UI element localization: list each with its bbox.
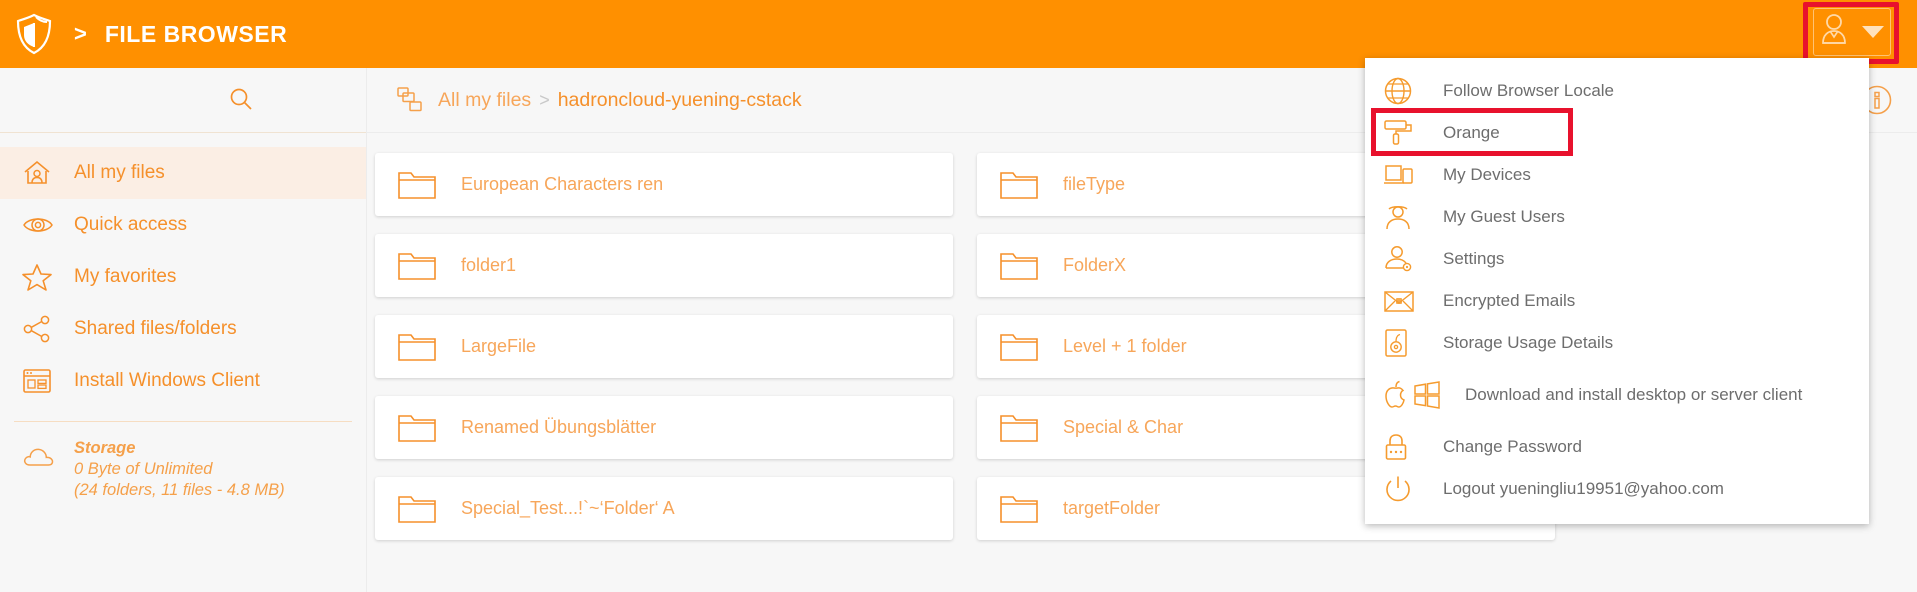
folder-card[interactable]: European Characters ren: [375, 153, 953, 216]
folder-icon: [999, 331, 1057, 363]
home-user-icon: [22, 159, 66, 187]
folder-icon: [999, 493, 1057, 525]
sidebar-item-label: My favorites: [74, 266, 177, 287]
folder-card[interactable]: Renamed Übungsblätter: [375, 396, 953, 459]
breadcrumb-current[interactable]: hadroncloud-yuening-cstack: [558, 89, 802, 112]
apple-icon: [1385, 380, 1405, 408]
menu-item-label: Encrypted Emails: [1443, 291, 1576, 310]
folder-name: Special & Char: [1063, 417, 1184, 437]
search-icon[interactable]: [224, 83, 258, 117]
sidebar-item-label: All my files: [74, 162, 165, 183]
folder-name: fileType: [1063, 174, 1126, 194]
sidebar-item-label: Quick access: [74, 214, 187, 235]
folder-icon: [397, 169, 455, 201]
menu-item-my-guest-users[interactable]: My Guest Users: [1365, 196, 1869, 238]
hard-disk-icon: [1383, 328, 1441, 358]
sidebar-item-install-windows-client[interactable]: Install Windows Client: [0, 355, 366, 407]
sidebar-item-shared-files[interactable]: Shared files/folders: [0, 303, 366, 355]
folder-icon: [999, 412, 1057, 444]
menu-item-label: Logout yueningliu19951@yahoo.com: [1443, 479, 1724, 498]
sidebar-nav-list: All my files Quick access My favorites S…: [0, 133, 366, 407]
folder-icon: [397, 250, 455, 282]
paint-roller-icon: [1383, 118, 1441, 148]
menu-item-label: My Guest Users: [1443, 207, 1565, 226]
user-avatar-button[interactable]: [1813, 8, 1891, 56]
sidebar-item-my-favorites[interactable]: My favorites: [0, 251, 366, 303]
encrypted-mail-icon: [1383, 289, 1441, 313]
eye-icon: [22, 212, 66, 238]
sidebar-item-label: Shared files/folders: [74, 318, 237, 339]
page-title: FILE BROWSER: [104, 20, 288, 47]
breadcrumb-root-link[interactable]: All my files: [438, 89, 531, 112]
folder-tree-icon: [396, 85, 426, 115]
menu-item-download-install-client[interactable]: Download and install desktop or server c…: [1365, 374, 1869, 416]
shield-logo-icon[interactable]: [12, 11, 56, 57]
devices-icon: [1383, 162, 1441, 188]
folder-name: Level + 1 folder: [1063, 336, 1187, 356]
storage-title: Storage: [74, 439, 136, 457]
storage-usage: 0 Byte of Unlimited: [74, 460, 213, 478]
storage-details: (24 folders, 11 files - 4.8 MB): [74, 481, 285, 499]
folder-card[interactable]: Special_Test...!`~‘Folder‘ A: [375, 477, 953, 540]
menu-item-follow-browser-locale[interactable]: Follow Browser Locale: [1365, 70, 1869, 112]
user-settings-icon: [1383, 244, 1441, 274]
menu-item-logout[interactable]: Logout yueningliu19951@yahoo.com: [1365, 468, 1869, 510]
folder-name: FolderX: [1063, 255, 1127, 275]
folder-icon: [397, 412, 455, 444]
menu-item-my-devices[interactable]: My Devices: [1365, 154, 1869, 196]
breadcrumb-separator: >: [539, 89, 550, 110]
folder-name: targetFolder: [1063, 498, 1161, 518]
guest-user-icon: [1383, 202, 1441, 232]
cloud-icon: [22, 438, 66, 501]
windows-icon: [1414, 381, 1440, 409]
folder-card[interactable]: folder1: [375, 234, 953, 297]
folder-icon: [999, 250, 1057, 282]
folder-name: Renamed Übungsblätter: [461, 417, 657, 437]
menu-item-label: Download and install desktop or server c…: [1465, 385, 1803, 404]
menu-item-storage-usage-details[interactable]: Storage Usage Details: [1365, 322, 1869, 364]
share-nodes-icon: [22, 315, 66, 343]
menu-item-label: My Devices: [1443, 165, 1531, 184]
folder-icon: [397, 331, 455, 363]
header-separator: >: [74, 21, 87, 46]
menu-item-settings[interactable]: Settings: [1365, 238, 1869, 280]
folder-name: folder1: [461, 255, 517, 275]
folder-name: LargeFile: [461, 336, 537, 356]
chevron-down-icon: [1862, 26, 1884, 38]
menu-item-label: Storage Usage Details: [1443, 333, 1614, 352]
menu-item-label: Follow Browser Locale: [1443, 81, 1615, 100]
window-app-icon: [22, 368, 66, 394]
sidebar-item-quick-access[interactable]: Quick access: [0, 199, 366, 251]
sidebar-item-label: Install Windows Client: [74, 370, 260, 391]
user-dropdown-menu: Follow Browser Locale Orange My Devices …: [1365, 58, 1869, 524]
padlock-icon: [1383, 432, 1441, 462]
menu-item-change-password[interactable]: Change Password: [1365, 426, 1869, 468]
star-icon: [22, 263, 66, 292]
apple-windows-icon: [1383, 380, 1463, 410]
menu-item-label: Settings: [1443, 249, 1505, 268]
sidebar: All my files Quick access My favorites S…: [0, 68, 367, 592]
folder-icon: [397, 493, 455, 525]
globe-icon: [1383, 76, 1441, 106]
folder-name: Special_Test...!`~‘Folder‘ A: [461, 498, 675, 518]
sidebar-search-row: [0, 68, 366, 133]
folder-icon: [999, 169, 1057, 201]
power-icon: [1383, 474, 1441, 504]
sidebar-item-all-my-files[interactable]: All my files: [0, 147, 366, 199]
folder-card[interactable]: LargeFile: [375, 315, 953, 378]
menu-item-encrypted-emails[interactable]: Encrypted Emails: [1365, 280, 1869, 322]
menu-item-orange[interactable]: Orange: [1365, 108, 1869, 156]
menu-item-label: Orange: [1443, 123, 1500, 142]
storage-info: Storage 0 Byte of Unlimited (24 folders,…: [0, 422, 366, 501]
menu-item-label: Change Password: [1443, 437, 1582, 456]
user-avatar-icon: [1820, 13, 1856, 52]
folder-name: European Characters ren: [461, 174, 664, 194]
app-root: > FILE BROWSER All my files Quick access…: [0, 0, 1917, 592]
